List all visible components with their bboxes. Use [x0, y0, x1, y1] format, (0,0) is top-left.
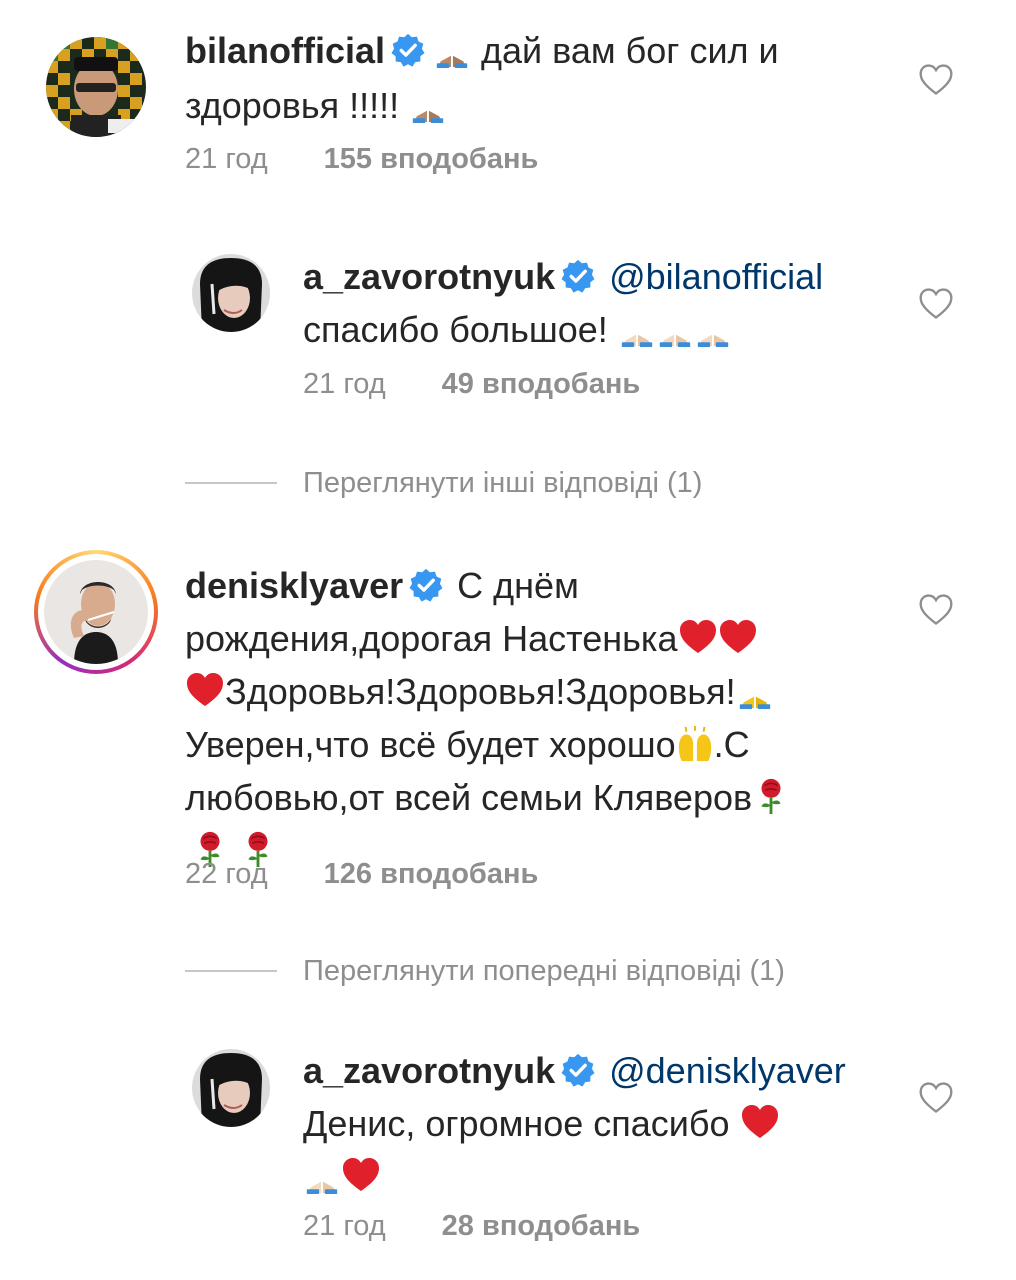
raising-hands-emoji	[676, 725, 714, 763]
mention-link[interactable]: @bilanofficial	[609, 256, 823, 297]
likes-count[interactable]: 155 вподобань	[324, 143, 539, 175]
timestamp: 22 год	[185, 858, 268, 890]
comment-meta: 21 год 49 вподобань	[303, 368, 640, 401]
comment-meta: 22 год 126 вподобань	[185, 858, 538, 891]
verified-badge-icon	[561, 259, 595, 293]
like-heart-icon[interactable]	[918, 592, 954, 628]
comment-meta: 21 год 155 вподобань	[185, 143, 538, 176]
comment-text-line: .С	[713, 724, 750, 765]
comment-bilanofficial: bilanofficial дай вам бог сил и здоровья…	[0, 0, 1016, 200]
timestamp: 21 год	[185, 143, 268, 175]
comment-denisklyaver: denisklyaver С днём рождения,дорогая Нас…	[0, 540, 1016, 920]
divider-line	[185, 970, 277, 972]
reply-text: a_zavorotnyuk @bilanofficial спасибо бол…	[303, 253, 923, 353]
likes-count[interactable]: 126 вподобань	[324, 858, 539, 890]
red-heart-emoji	[341, 1155, 381, 1195]
timestamp: 21 год	[303, 1210, 386, 1242]
folded-hands-emoji	[736, 672, 774, 710]
view-previous-replies-label: Переглянути попередні відповіді (1)	[303, 954, 785, 987]
verified-badge-icon	[391, 33, 425, 67]
reply-a-zavorotnyuk-2: a_zavorotnyuk @denisklyaver Денис, огром…	[0, 1030, 1016, 1270]
red-heart-emoji	[740, 1102, 780, 1142]
divider-line	[185, 482, 277, 484]
red-heart-emoji	[678, 617, 718, 657]
reply-a-zavorotnyuk-1: a_zavorotnyuk @bilanofficial спасибо бол…	[0, 240, 1016, 430]
avatar-a-zavorotnyuk[interactable]	[192, 1049, 270, 1127]
reply-text: a_zavorotnyuk @denisklyaver Денис, огром…	[303, 1047, 923, 1200]
view-other-replies-button[interactable]: Переглянути інші відповіді (1)	[185, 466, 703, 499]
red-heart-emoji	[185, 670, 225, 710]
username[interactable]: denisklyaver	[185, 565, 403, 606]
folded-hands-emoji	[409, 86, 447, 124]
avatar-bilanofficial[interactable]	[46, 37, 146, 137]
folded-hands-emoji	[694, 310, 732, 348]
folded-hands-emoji	[656, 310, 694, 348]
username[interactable]: a_zavorotnyuk	[303, 1050, 555, 1091]
view-other-replies-label: Переглянути інші відповіді (1)	[303, 466, 703, 499]
like-heart-icon[interactable]	[918, 1080, 954, 1116]
comment-text-line: Здоровья!Здоровья!Здоровья!	[225, 671, 736, 712]
avatar-denisklyaver[interactable]	[44, 560, 148, 664]
comment-text: denisklyaver С днём рождения,дорогая Нас…	[185, 562, 905, 874]
like-heart-icon[interactable]	[918, 62, 954, 98]
comment-text-line: спасибо большое!	[303, 309, 618, 350]
likes-count[interactable]: 49 вподобань	[442, 368, 641, 400]
comment-text-line: любовью,от всей семьи Кляверов	[185, 777, 753, 818]
comment-text: bilanofficial дай вам бог сил и здоровья…	[185, 27, 885, 129]
avatar-a-zavorotnyuk[interactable]	[192, 254, 270, 332]
red-heart-emoji	[718, 617, 758, 657]
likes-count[interactable]: 28 вподобань	[442, 1210, 641, 1242]
comment-text-line: Уверен,что всё будет хорошо	[185, 724, 676, 765]
verified-badge-icon	[561, 1053, 595, 1087]
folded-hands-emoji	[618, 310, 656, 348]
like-heart-icon[interactable]	[918, 286, 954, 322]
rose-emoji	[752, 776, 790, 816]
folded-hands-emoji	[303, 1157, 341, 1195]
timestamp: 21 год	[303, 368, 386, 400]
comment-text-line: дай вам бог сил и	[471, 30, 779, 71]
username[interactable]: a_zavorotnyuk	[303, 256, 555, 297]
comment-text-line: С днём	[447, 565, 579, 606]
username[interactable]: bilanofficial	[185, 30, 385, 71]
comment-meta: 21 год 28 вподобань	[303, 1210, 640, 1243]
comment-text-line: здоровья !!!!!	[185, 85, 410, 126]
comment-text-line: рождения,дорогая Настенька	[185, 618, 678, 659]
comment-text-line: Денис, огромное спасибо	[303, 1103, 740, 1144]
view-previous-replies-button[interactable]: Переглянути попередні відповіді (1)	[185, 954, 785, 987]
folded-hands-emoji	[433, 31, 471, 69]
verified-badge-icon	[409, 568, 443, 602]
mention-link[interactable]: @denisklyaver	[609, 1050, 846, 1091]
